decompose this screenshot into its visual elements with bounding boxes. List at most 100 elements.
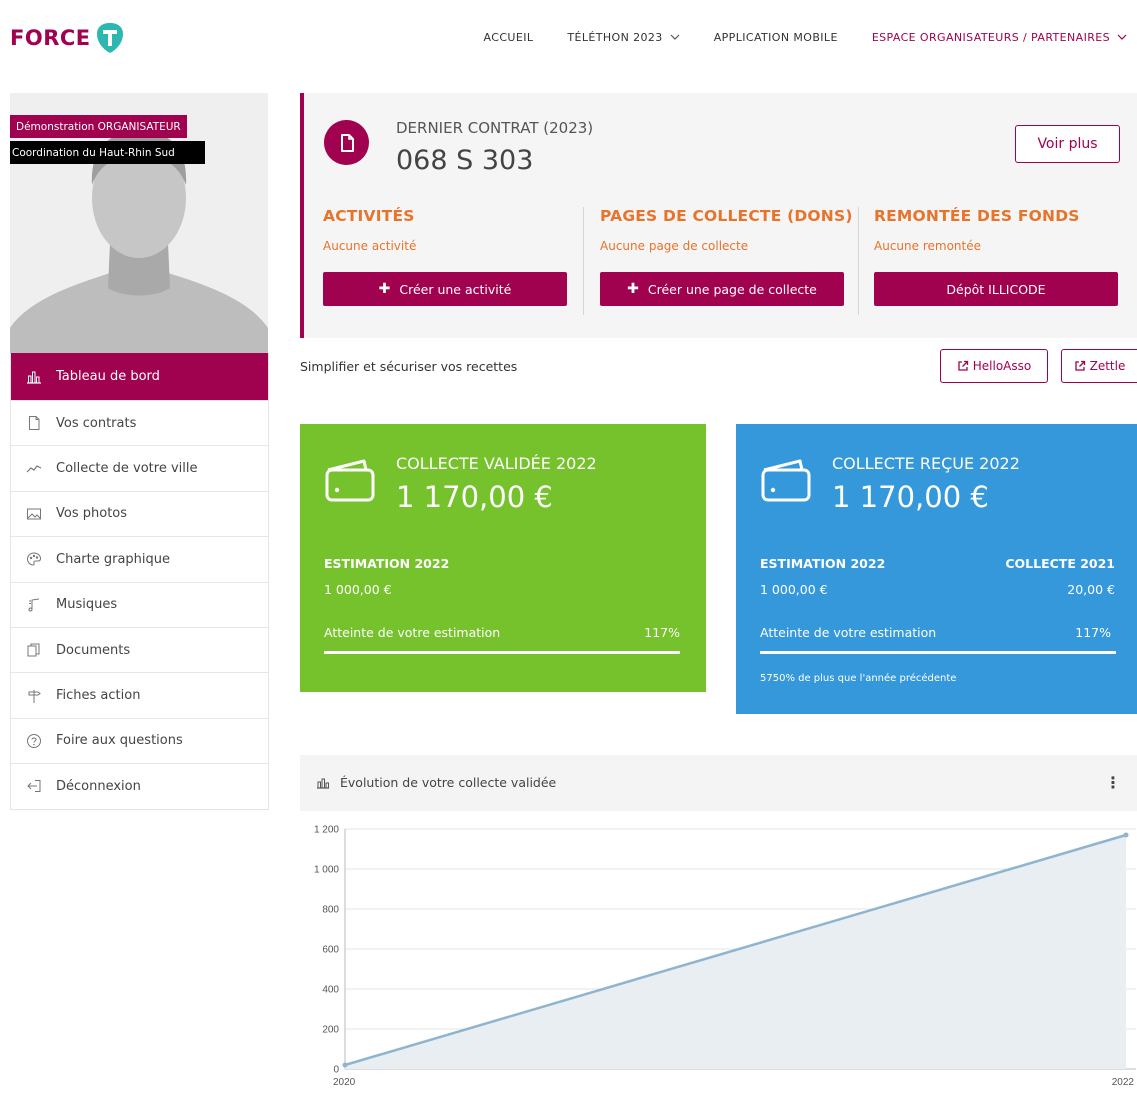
column-divider — [858, 207, 859, 315]
data-point[interactable] — [1123, 832, 1129, 838]
palette-icon — [26, 551, 42, 567]
image-icon — [26, 506, 42, 522]
logo-text: FORCE — [10, 26, 91, 50]
validated-title: COLLECTE VALIDÉE 2022 — [396, 454, 597, 473]
y-tick-label: 400 — [322, 985, 339, 996]
chart-title: Évolution de votre collecte validée — [340, 775, 557, 790]
nav-item-label: APPLICATION MOBILE — [713, 30, 838, 44]
nav-item-label: ACCUEIL — [483, 30, 534, 44]
sidebar-item-question[interactable]: Foire aux questions — [11, 717, 268, 763]
profile-organisation-tag: Coordination du Haut-Rhin Sud — [10, 141, 205, 164]
chevron-down-icon — [670, 34, 680, 40]
y-tick-label: 800 — [322, 905, 339, 916]
file-icon — [26, 415, 42, 431]
growth-note: 5750% de plus que l'année précédente — [760, 673, 957, 684]
zettle-button[interactable]: Zettle — [1061, 349, 1137, 383]
validated-progress-bar — [324, 651, 680, 654]
question-icon — [26, 733, 42, 749]
signpost-icon — [26, 688, 42, 704]
y-tick-label: 1 200 — [314, 825, 339, 836]
helloasso-label: HelloAsso — [972, 359, 1032, 373]
wallet-icon — [761, 459, 811, 502]
nav-item-label: TÉLÉTHON 2023 — [567, 30, 663, 44]
validated-estimation-value: 1 000,00 € — [324, 582, 392, 597]
bar-chart-icon — [26, 369, 42, 385]
line-chart-icon — [26, 461, 42, 477]
validated-reach-pct: 117% — [644, 625, 680, 640]
received-title: COLLECTE REÇUE 2022 — [832, 454, 1020, 473]
create-activity-button[interactable]: ✚ Créer une activité — [323, 272, 567, 306]
sidebar-item-music[interactable]: Musiques — [11, 581, 268, 627]
previous-collection-label: COLLECTE 2021 — [1005, 556, 1115, 571]
nav-item-3[interactable]: ESPACE ORGANISATEURS / PARTENAIRES — [872, 31, 1127, 44]
logo-badge-icon — [96, 23, 123, 53]
create-activity-label: Créer une activité — [399, 281, 512, 297]
wallet-icon — [325, 459, 375, 502]
contract-label: DERNIER CONTRAT (2023) — [396, 119, 594, 137]
create-collection-page-button[interactable]: ✚ Créer une page de collecte — [600, 272, 844, 306]
sidebar-item-palette[interactable]: Charte graphique — [11, 536, 268, 581]
y-tick-label: 1 000 — [314, 865, 339, 876]
chart-header: Évolution de votre collecte validée ⋮ — [300, 755, 1137, 811]
collection-pages-column: PAGES DE COLLECTE (DONS) Aucune page de … — [600, 207, 853, 306]
validated-collection-card: COLLECTE VALIDÉE 2022 1 170,00 € ESTIMAT… — [300, 424, 706, 692]
funds-column: REMONTÉE DES FONDS Aucune remontée Dépôt… — [874, 207, 1118, 306]
kebab-menu-icon[interactable]: ⋮ — [1105, 773, 1121, 792]
validated-estimation-label: ESTIMATION 2022 — [324, 556, 450, 571]
sidebar-item-line-chart[interactable]: Collecte de votre ville — [11, 445, 268, 490]
previous-collection-value: 20,00 € — [1067, 582, 1115, 597]
sidebar-item-label: Collecte de votre ville — [56, 461, 198, 477]
zettle-label: Zettle — [1089, 359, 1126, 373]
profile-role-tag: Démonstration ORGANISATEUR — [10, 115, 187, 138]
main-nav: ACCUEIL TÉLÉTHON 2023 APPLICATION MOBILE ES… — [450, 28, 1137, 46]
bar-chart-icon — [317, 778, 329, 789]
sidebar-item-label: Documents — [56, 642, 131, 658]
profile-card: Démonstration ORGANISATEUR Coordination … — [10, 93, 268, 353]
sidebar-item-label: Vos photos — [56, 506, 128, 522]
external-link-icon — [958, 360, 968, 371]
sidebar-item-label: Tableau de bord — [56, 369, 160, 384]
received-estimation-label: ESTIMATION 2022 — [760, 556, 886, 571]
sidebar-menu: Tableau de bord Vos contrats Collecte de v… — [10, 353, 269, 810]
activities-subtitle: Aucune activité — [323, 239, 417, 253]
helloasso-button[interactable]: HelloAsso — [940, 349, 1048, 383]
received-collection-card: COLLECTE REÇUE 2022 1 170,00 € ESTIMATIO… — [736, 424, 1137, 714]
sidebar-item-logout[interactable]: Déconnexion — [11, 763, 268, 808]
collection-pages-title: PAGES DE COLLECTE (DONS) — [600, 207, 853, 225]
received-amount: 1 170,00 € — [832, 480, 989, 514]
illicode-deposit-button[interactable]: Dépôt ILLICODE — [874, 272, 1118, 306]
external-link-icon — [1074, 360, 1085, 371]
y-tick-label: 0 — [333, 1065, 339, 1076]
sidebar-item-file[interactable]: Vos contrats — [11, 400, 268, 445]
sidebar-item-label: Foire aux questions — [56, 733, 183, 749]
received-progress-fill — [760, 651, 1116, 654]
recettes-label: Simplifier et sécuriser vos recettes — [300, 359, 518, 374]
sidebar-item-bar-chart[interactable]: Tableau de bord — [11, 353, 268, 400]
nav-item-1[interactable]: TÉLÉTHON 2023 — [567, 30, 680, 44]
sidebar-item-signpost[interactable]: Fiches action — [11, 672, 268, 717]
received-estimation-value: 1 000,00 € — [760, 582, 828, 597]
x-tick-label: 2020 — [333, 1077, 356, 1088]
plus-icon: ✚ — [627, 281, 639, 297]
column-divider — [583, 207, 584, 315]
sidebar-item-label: Fiches action — [56, 688, 141, 704]
activities-column: ACTIVITÉS Aucune activité ✚ Créer une act… — [323, 207, 567, 306]
logo[interactable]: FORCE — [10, 22, 124, 54]
sidebar-item-documents[interactable]: Documents — [11, 626, 268, 672]
sidebar-item-image[interactable]: Vos photos — [11, 490, 268, 536]
logout-icon — [26, 778, 42, 794]
data-point[interactable] — [342, 1062, 348, 1068]
nav-item-2[interactable]: APPLICATION MOBILE — [714, 31, 838, 44]
voir-plus-button[interactable]: Voir plus — [1015, 125, 1120, 163]
funds-subtitle: Aucune remontée — [874, 239, 981, 253]
validated-progress-fill — [324, 651, 680, 654]
nav-item-0[interactable]: ACCUEIL — [484, 31, 534, 44]
validated-amount: 1 170,00 € — [396, 480, 553, 514]
sidebar-item-label: Déconnexion — [56, 778, 141, 794]
plus-icon: ✚ — [378, 281, 391, 297]
collection-chart: 0 200 400 600 800 1 000 1 200 2020 2022 — [314, 825, 1136, 1088]
documents-icon — [26, 642, 42, 658]
y-tick-label: 200 — [322, 1025, 339, 1036]
sidebar-item-label: Charte graphique — [56, 551, 171, 567]
contract-panel: DERNIER CONTRAT (2023) 068 S 303 Voir pl… — [300, 93, 1137, 338]
